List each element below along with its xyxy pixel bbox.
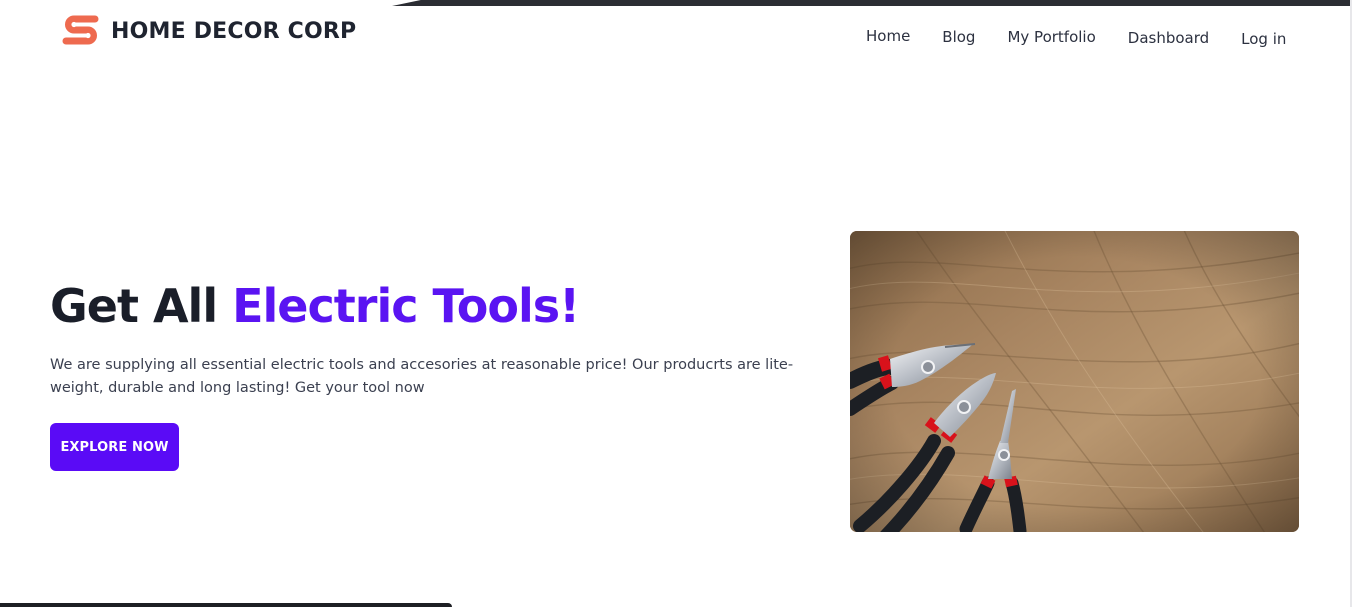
hero-title: Get All Electric Tools! xyxy=(50,279,580,333)
brand-logo-link[interactable]: HOME DECOR CORP xyxy=(62,13,356,49)
window-bottom-edge xyxy=(0,603,452,607)
explore-now-button[interactable]: EXPLORE NOW xyxy=(50,423,179,471)
hero-image-pliers xyxy=(850,231,1299,532)
brand-s-logo-icon xyxy=(62,15,99,45)
hero-title-prefix: Get All xyxy=(50,279,233,333)
navbar: HOME DECOR CORP Home Blog My Portfolio D… xyxy=(0,0,1352,70)
hero-description: We are supplying all essential electric … xyxy=(50,357,794,396)
nav-link-blog[interactable]: Blog xyxy=(942,28,975,48)
nav-link-log-in[interactable]: Log in xyxy=(1241,30,1286,48)
hero-title-accent: Electric Tools! xyxy=(232,279,580,333)
nav-link-home[interactable]: Home xyxy=(866,27,910,48)
nav-link-my-portfolio[interactable]: My Portfolio xyxy=(1007,28,1095,48)
nav-link-dashboard[interactable]: Dashboard xyxy=(1128,29,1209,48)
brand-name: HOME DECOR CORP xyxy=(111,18,357,44)
nav-links: Home Blog My Portfolio Dashboard Log in xyxy=(866,27,1286,48)
